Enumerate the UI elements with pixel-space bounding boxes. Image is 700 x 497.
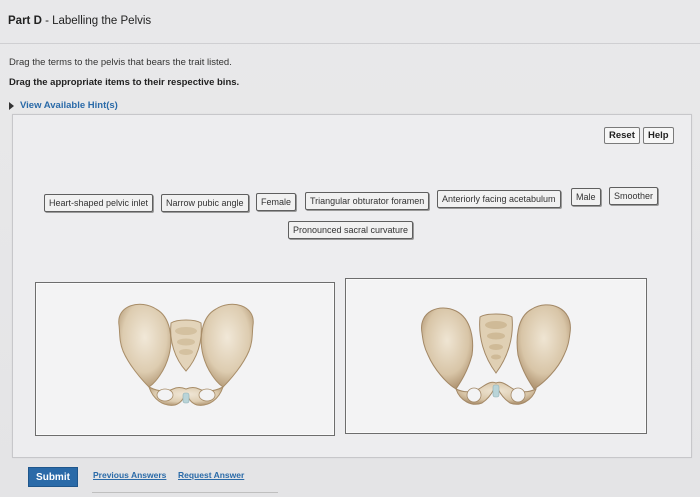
view-hints-link[interactable]: View Available Hint(s) <box>9 100 118 111</box>
term-chip-female[interactable]: Female <box>256 193 297 211</box>
help-button[interactable]: Help <box>643 127 674 144</box>
page: Part D - Labelling the Pelvis Drag the t… <box>0 0 700 497</box>
term-chip-heart-shaped-pelvic-inlet[interactable]: Heart-shaped pelvic inlet <box>44 194 154 212</box>
term-chip-pronounced-sacral-curvature[interactable]: Pronounced sacral curvature <box>288 221 414 239</box>
view-hints-label: View Available Hint(s) <box>20 100 118 111</box>
caret-right-icon <box>9 101 14 110</box>
reset-button[interactable]: Reset <box>604 127 640 144</box>
term-chip-male[interactable]: Male <box>571 188 601 206</box>
part-title: Part D - Labelling the Pelvis <box>8 15 151 27</box>
submit-button[interactable]: Submit <box>28 467 78 487</box>
request-answer-link[interactable]: Request Answer <box>178 470 244 480</box>
term-chip-narrow-pubic-angle[interactable]: Narrow pubic angle <box>161 194 249 212</box>
drop-bin-male-pelvis[interactable] <box>345 278 647 434</box>
term-chip-anteriorly-facing-acetabulum[interactable]: Anteriorly facing acetabulum <box>437 190 561 208</box>
footer-divider <box>92 492 278 493</box>
part-header: Part D - Labelling the Pelvis <box>0 0 700 44</box>
instruction-text: Drag the terms to the pelvis that bears … <box>9 57 232 68</box>
male-pelvis-image <box>421 304 571 405</box>
part-label: Part D <box>8 15 42 27</box>
term-chip-smoother[interactable]: Smoother <box>609 187 659 205</box>
instruction-bold-text: Drag the appropriate items to their resp… <box>9 77 240 88</box>
drop-bin-female-pelvis[interactable] <box>35 282 335 436</box>
previous-answers-link[interactable]: Previous Answers <box>93 470 166 480</box>
part-title-text: - Labelling the Pelvis <box>41 15 152 27</box>
term-chip-triangular-obturator-foramen[interactable]: Triangular obturator foramen <box>305 192 430 210</box>
female-pelvis-image <box>118 303 254 406</box>
